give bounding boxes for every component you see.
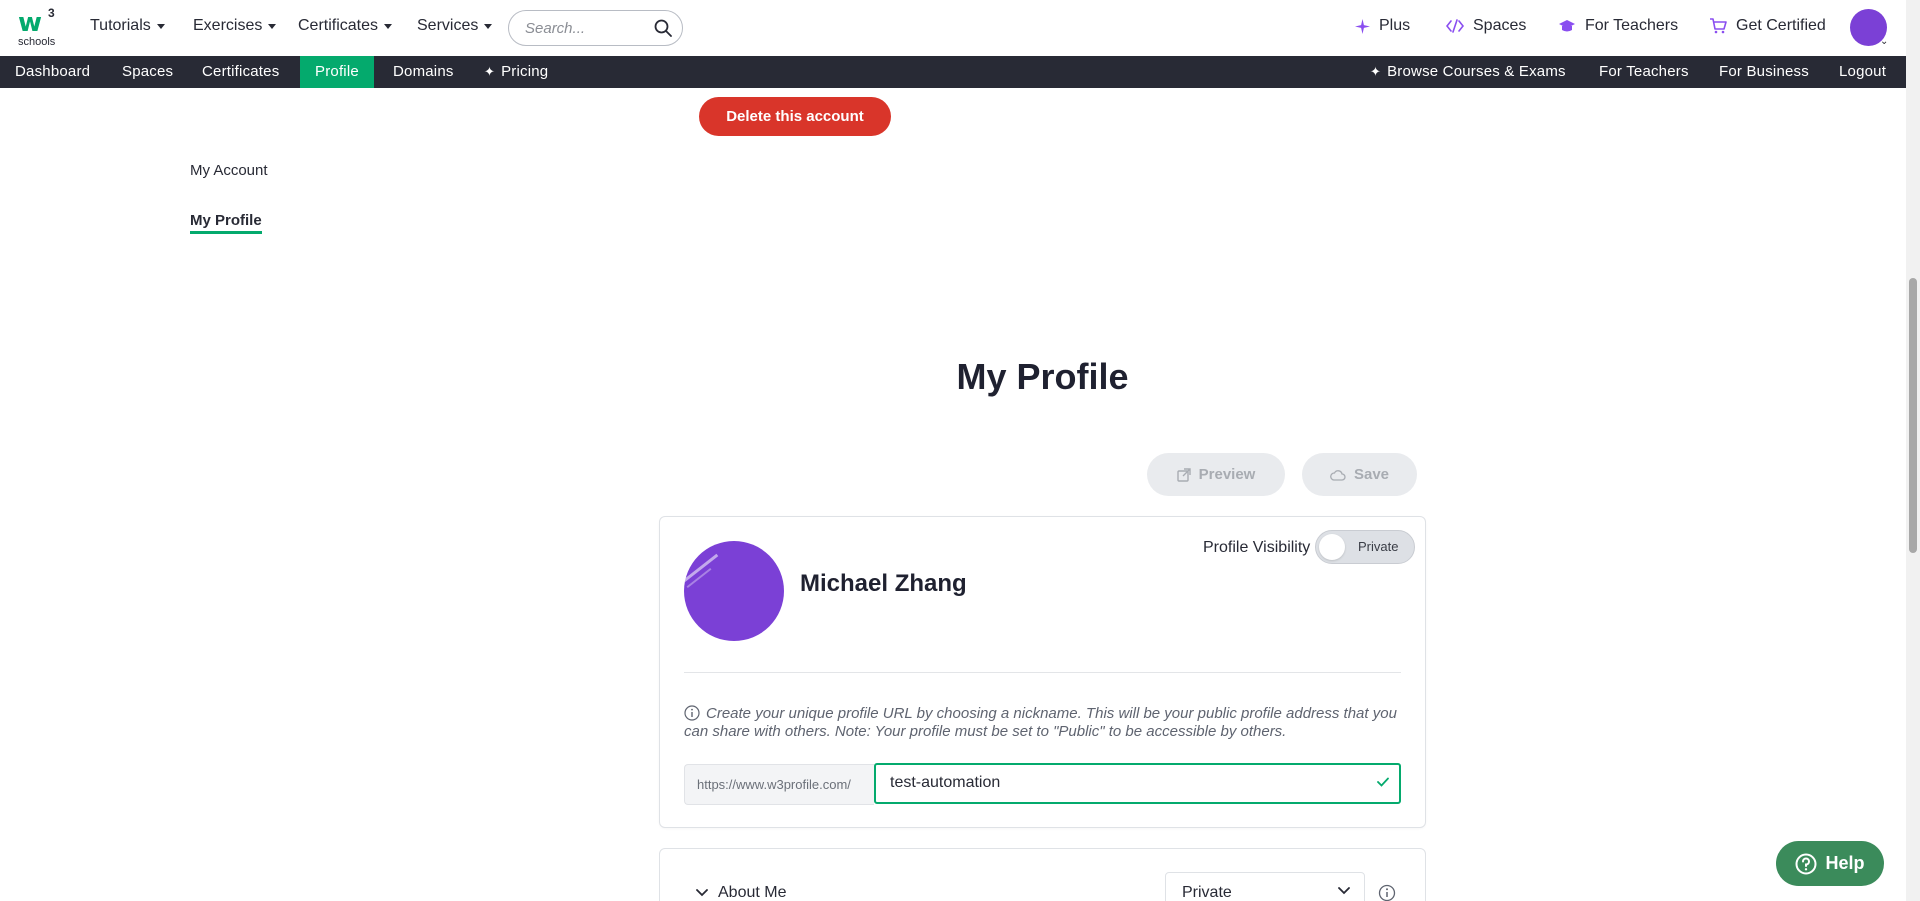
delete-account-button[interactable]: Delete this account [699,97,891,136]
profile-url-hint: Create your unique profile URL by choosi… [684,705,1409,741]
caret-down-icon [268,23,277,29]
graduation-cap-icon [1559,20,1575,32]
avatar-shine [684,553,719,584]
profile-url-hint-text: Create your unique profile URL by choosi… [684,705,1397,740]
for-teachers-label: For Teachers [1585,17,1679,34]
nav-dashboard[interactable]: Dashboard [0,56,105,88]
get-certified-link[interactable]: Get Certified [1709,17,1826,35]
profile-name: Michael Zhang [800,570,967,597]
account-nav: Dashboard Spaces Certificates Profile Do… [0,56,1906,88]
profile-url-prefix: https://www.w3profile.com/ [684,764,874,805]
nav-domains[interactable]: Domains [378,56,469,88]
question-circle-icon [1795,853,1817,874]
check-icon [1377,777,1389,787]
search-input[interactable] [525,19,645,37]
nav-logout[interactable]: Logout [1824,56,1901,88]
caret-down-icon [484,23,493,29]
code-icon [1446,19,1464,33]
toggle-knob [1319,534,1345,560]
nickname-field [874,763,1401,804]
for-teachers-link[interactable]: For Teachers [1558,17,1678,35]
logo-w: w [18,8,42,38]
about-me-visibility-select[interactable]: Private [1165,872,1365,901]
profile-visibility-label: Profile Visibility [1203,539,1311,556]
tutorials-menu[interactable]: Tutorials [90,17,165,35]
nav-browse-courses[interactable]: ✦ Browse Courses & Exams [1355,56,1581,88]
exercises-label: Exercises [193,17,263,34]
services-menu[interactable]: Services [417,17,493,35]
sidenav-my-account[interactable]: My Account [190,162,268,179]
cloud-upload-icon [1330,469,1346,481]
external-link-icon [1176,467,1191,482]
exercises-menu[interactable]: Exercises [193,17,277,35]
divider [684,672,1401,673]
sparkle-icon: ✦ [1370,64,1382,79]
spaces-link[interactable]: Spaces [1446,17,1526,35]
scrollbar-thumb[interactable] [1909,278,1917,553]
save-button[interactable]: Save [1302,453,1417,496]
sparkle-icon [1355,18,1370,34]
help-label: Help [1825,853,1865,873]
caret-down-icon [384,23,393,29]
logo-schools: schools [18,36,56,48]
get-certified-label: Get Certified [1736,17,1826,34]
about-me-title: About Me [718,884,787,901]
nav-for-teachers[interactable]: For Teachers [1584,56,1704,88]
sparkle-icon: ✦ [484,64,496,79]
plus-label: Plus [1379,17,1411,34]
help-button[interactable]: Help [1776,841,1884,886]
page-title: My Profile [956,356,1129,397]
nav-certificates[interactable]: Certificates [187,56,294,88]
profile-avatar[interactable] [684,541,784,641]
nav-for-business[interactable]: For Business [1704,56,1824,88]
preview-button[interactable]: Preview [1147,453,1285,496]
caret-down-icon [156,23,165,29]
profile-visibility-value: Private [1358,539,1399,554]
certificates-menu[interactable]: Certificates [298,17,393,35]
chevron-down-icon [1338,887,1350,895]
cart-icon [1710,18,1727,34]
services-label: Services [417,17,479,34]
preview-label: Preview [1198,466,1256,483]
plus-link[interactable]: Plus [1355,17,1410,35]
save-label: Save [1353,466,1390,483]
info-icon[interactable] [1378,884,1396,901]
about-me-visibility-value: Private [1182,884,1232,901]
info-icon [684,705,700,721]
sidenav-my-profile[interactable]: My Profile [190,212,262,234]
chevron-down-icon [696,889,708,897]
top-header: w 3 schools Tutorials Exercises Certific… [0,0,1906,56]
nav-pricing-label: Pricing [501,63,549,80]
nav-pricing[interactable]: ✦ Pricing [469,56,563,88]
certificates-label: Certificates [298,17,379,34]
about-me-card: About Me Private [659,848,1426,901]
nav-spaces[interactable]: Spaces [107,56,188,88]
nav-profile[interactable]: Profile [300,56,374,88]
nav-browse-label: Browse Courses & Exams [1387,63,1566,80]
profile-visibility-toggle[interactable]: Private [1315,530,1415,564]
search-box [508,10,683,46]
page-scrollbar[interactable] [1906,0,1920,901]
tutorials-label: Tutorials [90,17,151,34]
chevron-down-icon[interactable]: ⌄ [1880,36,1888,47]
logo-sup: 3 [48,6,55,20]
profile-card: Michael Zhang Profile Visibility Private… [659,516,1426,828]
about-me-toggle[interactable]: About Me [696,884,786,901]
search-icon[interactable] [654,19,672,37]
spaces-label: Spaces [1473,17,1527,34]
nickname-input[interactable] [890,774,1370,792]
w3schools-logo[interactable]: w 3 schools [16,6,60,48]
